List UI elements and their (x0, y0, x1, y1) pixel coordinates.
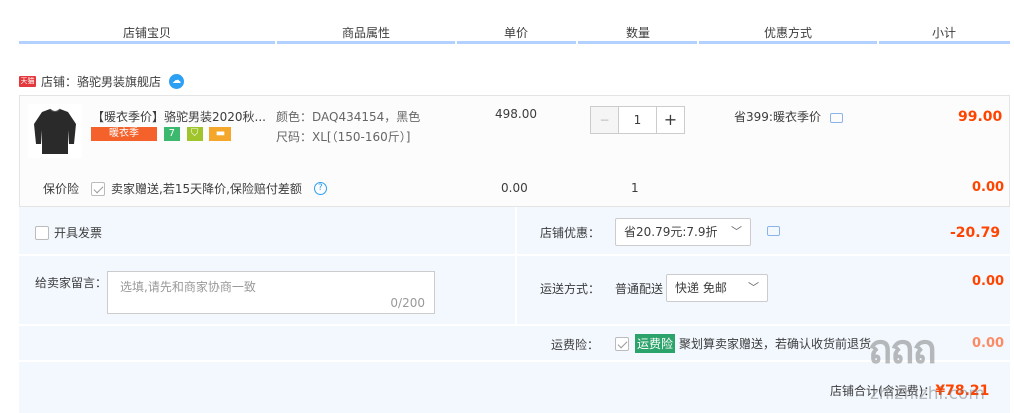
product-size-attr: 尺码：XL[（150-160斤）] (276, 130, 411, 144)
insurance-subtotal: 0.00 (972, 180, 1005, 195)
freight-insurance-row: 运费险 聚划算卖家赠送，若确认收货前退货 (615, 334, 871, 353)
promo-tag-winter: 暖衣季 (91, 127, 157, 141)
shop-discount-amount: -20.79 (950, 225, 1001, 241)
shop-row: 天猫 店铺：骆驼男装旗舰店 ☁ (19, 73, 185, 90)
header-col-subtotal: 小计 (932, 26, 957, 40)
invoice-checkbox[interactable] (35, 225, 49, 240)
promo-tag-card-icon: ▬ (209, 127, 232, 141)
message-input[interactable]: 选填,请先和商家协商一致 0/200 (107, 271, 435, 314)
summary-divider (19, 254, 515, 256)
item-discount-label: 省399:暖衣季价 (734, 110, 821, 124)
header-divider (19, 41, 275, 44)
freight-insurance-desc: 聚划算卖家赠送，若确认收货前退货 (679, 337, 872, 351)
message-counter: 0/200 (390, 296, 425, 310)
shipping-amount: 0.00 (972, 274, 1005, 289)
promo-tag-7day: 7 (163, 127, 180, 141)
invoice-label[interactable]: 开具发票 (54, 224, 102, 241)
product-unit-price: 498.00 (495, 107, 537, 121)
header-divider (879, 41, 1010, 44)
invoice-row: 开具发票 (35, 224, 102, 241)
insurance-qty: 1 (631, 181, 639, 195)
item-subtotal: 99.00 (958, 109, 1003, 125)
shipping-select[interactable]: 快递 免邮 ﹀ (666, 274, 768, 302)
freight-insurance-checkbox[interactable] (615, 336, 629, 351)
freight-insurance-badge: 运费险 (635, 334, 676, 353)
freight-insurance-label: 运费险： (551, 338, 600, 352)
price-protection-checkbox[interactable] (91, 181, 105, 196)
insurance-price: 0.00 (501, 181, 528, 195)
shop-discount-select[interactable]: 省20.79元:7.9折 ﹀ (615, 218, 751, 246)
qty-input[interactable]: 1 (619, 106, 656, 134)
tmall-badge-icon: 天猫 (19, 76, 36, 87)
shop-name[interactable]: 店铺：骆驼男装旗舰店 (41, 73, 161, 90)
summary-divider (515, 207, 517, 324)
summary-divider (517, 254, 1010, 256)
header-col-attr: 商品属性 (342, 26, 391, 40)
comment-icon[interactable] (767, 226, 780, 236)
shop-discount-label: 店铺优惠： (540, 226, 601, 240)
header-divider (699, 41, 877, 44)
wangwang-chat-icon[interactable]: ☁ (169, 74, 185, 89)
header-divider (277, 41, 455, 44)
comment-icon[interactable] (829, 112, 843, 123)
header-col-discount: 优惠方式 (764, 26, 813, 40)
shipping-method: 普通配送 (615, 282, 664, 296)
shipping-label: 运送方式： (540, 282, 601, 296)
help-icon[interactable]: ? (313, 182, 327, 195)
shipping-value: 快递 免邮 (675, 281, 727, 295)
shop-discount-value: 省20.79元:7.9折 (624, 225, 718, 239)
product-tags: 暖衣季 7 ⛉ ▬ (91, 127, 234, 141)
header-col-price: 单价 (504, 26, 529, 40)
summary-divider (19, 324, 1010, 326)
qty-decrease-button[interactable]: − (590, 106, 619, 134)
product-color-attr: 颜色：DAQ434154，黑色 (276, 110, 421, 124)
price-protection-desc: 卖家赠送,若15天降价,保险赔付差额 (111, 182, 302, 196)
chevron-down-icon: ﹀ (731, 225, 742, 238)
quantity-stepper: − 1 + (590, 106, 685, 134)
chevron-down-icon: ﹀ (748, 281, 759, 294)
header-divider (457, 41, 576, 44)
product-title[interactable]: 【暖衣季价】骆驼男装2020秋... (92, 108, 266, 125)
header-col-item: 店铺宝贝 (123, 26, 172, 40)
qty-increase-button[interactable]: + (656, 106, 685, 134)
price-protection-row: 卖家赠送,若15天降价,保险赔付差额 ? (91, 180, 327, 197)
header-divider (578, 41, 697, 44)
header-col-qty: 数量 (626, 26, 651, 40)
item-discount-text: 省399:暖衣季价 (734, 108, 843, 125)
promo-tag-guarantee-icon: ⛉ (186, 127, 203, 141)
summary-divider (19, 360, 1010, 362)
site-watermark-logo: ถถถ (868, 327, 937, 373)
site-watermark: zhizhizhi.com (870, 384, 985, 404)
product-thumbnail[interactable] (28, 104, 82, 158)
message-placeholder: 选填,请先和商家协商一致 (120, 280, 256, 294)
price-protection-label: 保价险 (43, 182, 80, 196)
freight-insurance-amount: 0.00 (972, 336, 1005, 351)
message-label: 给卖家留言： (35, 276, 108, 290)
